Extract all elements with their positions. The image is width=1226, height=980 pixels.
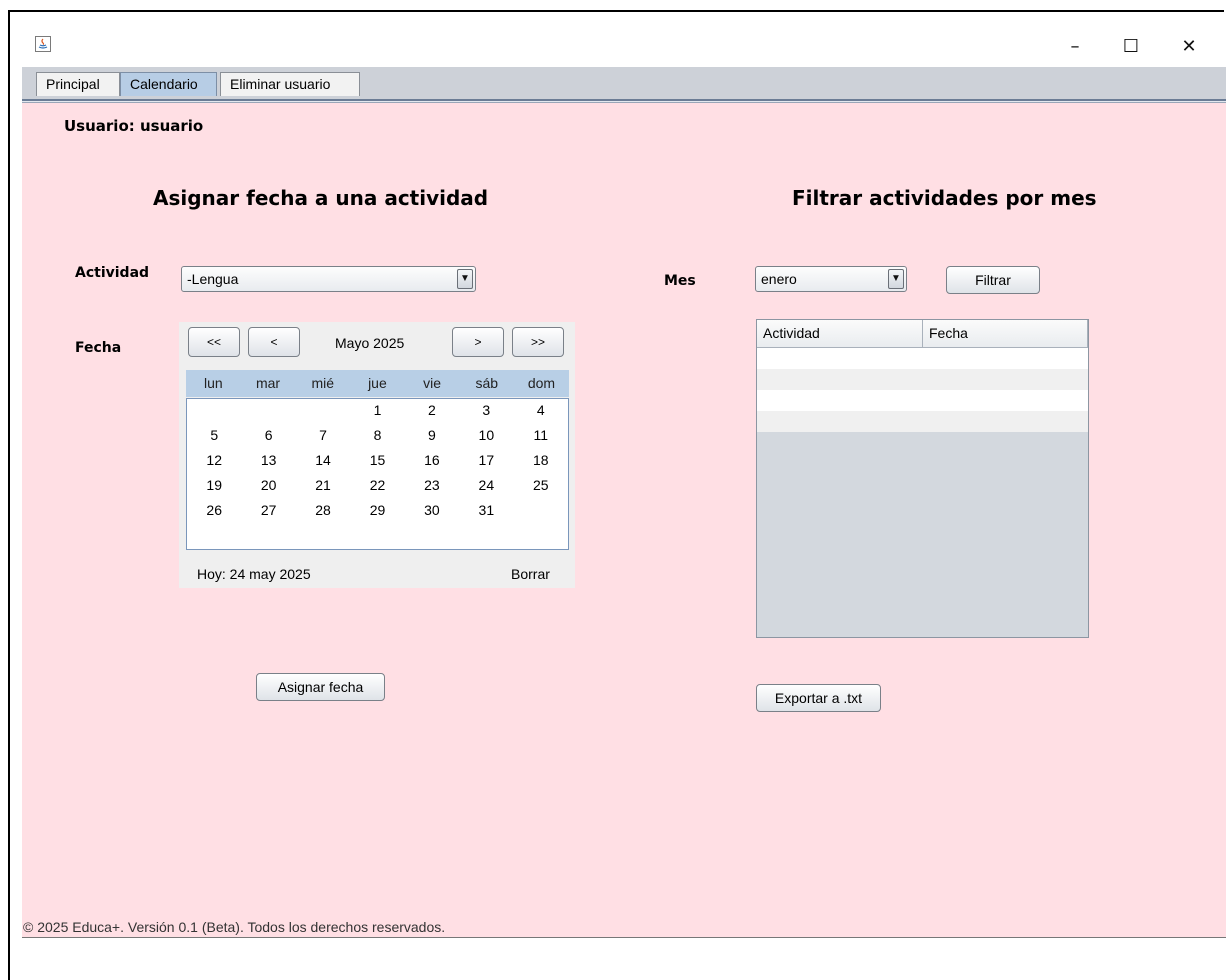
calendar-day[interactable]: 6 [241,424,295,449]
prev-year-button[interactable]: << [188,327,240,357]
calendar-day[interactable]: 1 [350,399,404,424]
date-chooser-calendar: << < Mayo 2025 > >> lun mar mié jue vie … [179,322,575,588]
calendar-day[interactable]: 10 [459,424,513,449]
calendar-week: 26 27 28 29 30 31 [187,499,568,524]
calendar-day[interactable]: 26 [187,499,241,524]
title-bar: – ☐ ✕ [22,30,1226,66]
month-select[interactable]: enero ▼ [755,266,907,292]
calendar-day[interactable]: 9 [405,424,459,449]
calendar-day-grid: 1 2 3 4 5 6 7 8 9 10 11 12 13 14 15 16 1… [186,398,569,550]
calendar-day[interactable]: 21 [296,474,350,499]
calendar-day[interactable]: 27 [241,499,295,524]
filter-section-title: Filtrar actividades por mes [792,186,1097,210]
tab-strip: Principal Calendario Eliminar usuario [22,67,1226,100]
activities-table: Actividad Fecha [756,319,1089,638]
calendar-day[interactable]: 11 [514,424,568,449]
footer-copyright: © 2025 Educa+. Versión 0.1 (Beta). Todos… [23,919,446,935]
weekday-label: mar [255,375,281,391]
chevron-down-icon: ▼ [888,269,904,289]
calendar-day[interactable]: 13 [241,449,295,474]
calendar-day[interactable]: 25 [514,474,568,499]
weekday-label: dom [527,375,556,391]
maximize-button[interactable]: ☐ [1108,30,1154,62]
assign-section-title: Asignar fecha a una actividad [153,186,489,210]
table-row[interactable] [757,348,1088,369]
calendar-weekday-header: lun mar mié jue vie sáb dom [186,370,569,397]
date-label: Fecha [75,340,122,356]
tab-eliminar-usuario[interactable]: Eliminar usuario [220,72,360,96]
weekday-label: vie [423,375,442,391]
calendar-day[interactable]: 18 [514,449,568,474]
next-month-button[interactable]: > [452,327,504,357]
calendar-week: 5 6 7 8 9 10 11 [187,424,568,449]
prev-month-button[interactable]: < [248,327,300,357]
minimize-icon: – [1070,35,1080,57]
calendar-day[interactable]: 24 [459,474,513,499]
weekday-label: sáb [475,375,499,391]
table-row[interactable] [757,411,1088,432]
export-txt-button[interactable]: Exportar a .txt [756,684,881,712]
calendar-day[interactable]: 14 [296,449,350,474]
calendar-week: 12 13 14 15 16 17 18 [187,449,568,474]
column-header-activity[interactable]: Actividad [757,320,923,347]
user-label: Usuario: usuario [64,117,204,135]
table-header: Actividad Fecha [757,320,1088,348]
activity-label: Actividad [75,265,150,281]
calendar-day[interactable]: 17 [459,449,513,474]
calendar-day[interactable]: 5 [187,424,241,449]
filter-button[interactable]: Filtrar [946,266,1040,294]
tab-calendario[interactable]: Calendario [120,72,217,96]
column-header-date[interactable]: Fecha [923,320,1088,347]
calendar-day[interactable] [296,399,350,424]
next-year-button[interactable]: >> [512,327,564,357]
calendar-week: 1 2 3 4 [187,399,568,424]
calendar-day[interactable]: 31 [459,499,513,524]
today-button[interactable]: Hoy: 24 may 2025 [197,566,311,582]
calendar-day[interactable]: 19 [187,474,241,499]
calendar-day[interactable]: 15 [350,449,404,474]
activity-select-value: -Lengua [187,271,239,287]
calendar-day[interactable]: 16 [405,449,459,474]
calendar-day[interactable] [187,399,241,424]
close-button[interactable]: ✕ [1166,30,1212,62]
maximize-icon: ☐ [1122,35,1140,57]
weekday-label: jue [368,375,387,391]
tab-principal[interactable]: Principal [36,72,120,96]
calendar-day[interactable]: 20 [241,474,295,499]
calendar-day[interactable] [241,399,295,424]
java-app-icon [35,36,51,52]
calendar-day[interactable]: 29 [350,499,404,524]
month-select-value: enero [761,271,797,287]
weekday-label: mié [311,375,334,391]
calendar-day[interactable]: 12 [187,449,241,474]
calendar-day[interactable]: 23 [405,474,459,499]
panel-bottom-border [22,937,1226,938]
month-label: Mes [664,273,696,289]
calendar-day[interactable]: 7 [296,424,350,449]
calendar-day[interactable]: 2 [405,399,459,424]
chevron-down-icon: ▼ [457,269,473,289]
calendar-day[interactable]: 22 [350,474,404,499]
calendar-day[interactable]: 3 [459,399,513,424]
calendar-month-label: Mayo 2025 [335,335,405,351]
calendar-day[interactable]: 8 [350,424,404,449]
assign-date-button[interactable]: Asignar fecha [256,673,385,701]
weekday-label: lun [204,375,223,391]
minimize-button[interactable]: – [1052,30,1098,62]
clear-date-button[interactable]: Borrar [511,566,550,582]
calendar-day[interactable]: 4 [514,399,568,424]
calendar-week: 19 20 21 22 23 24 25 [187,474,568,499]
table-row[interactable] [757,390,1088,411]
calendar-day[interactable]: 28 [296,499,350,524]
calendar-day[interactable] [514,499,568,524]
table-row[interactable] [757,369,1088,390]
close-icon: ✕ [1181,35,1197,57]
calendar-day[interactable]: 30 [405,499,459,524]
activity-select[interactable]: -Lengua ▼ [181,266,476,292]
